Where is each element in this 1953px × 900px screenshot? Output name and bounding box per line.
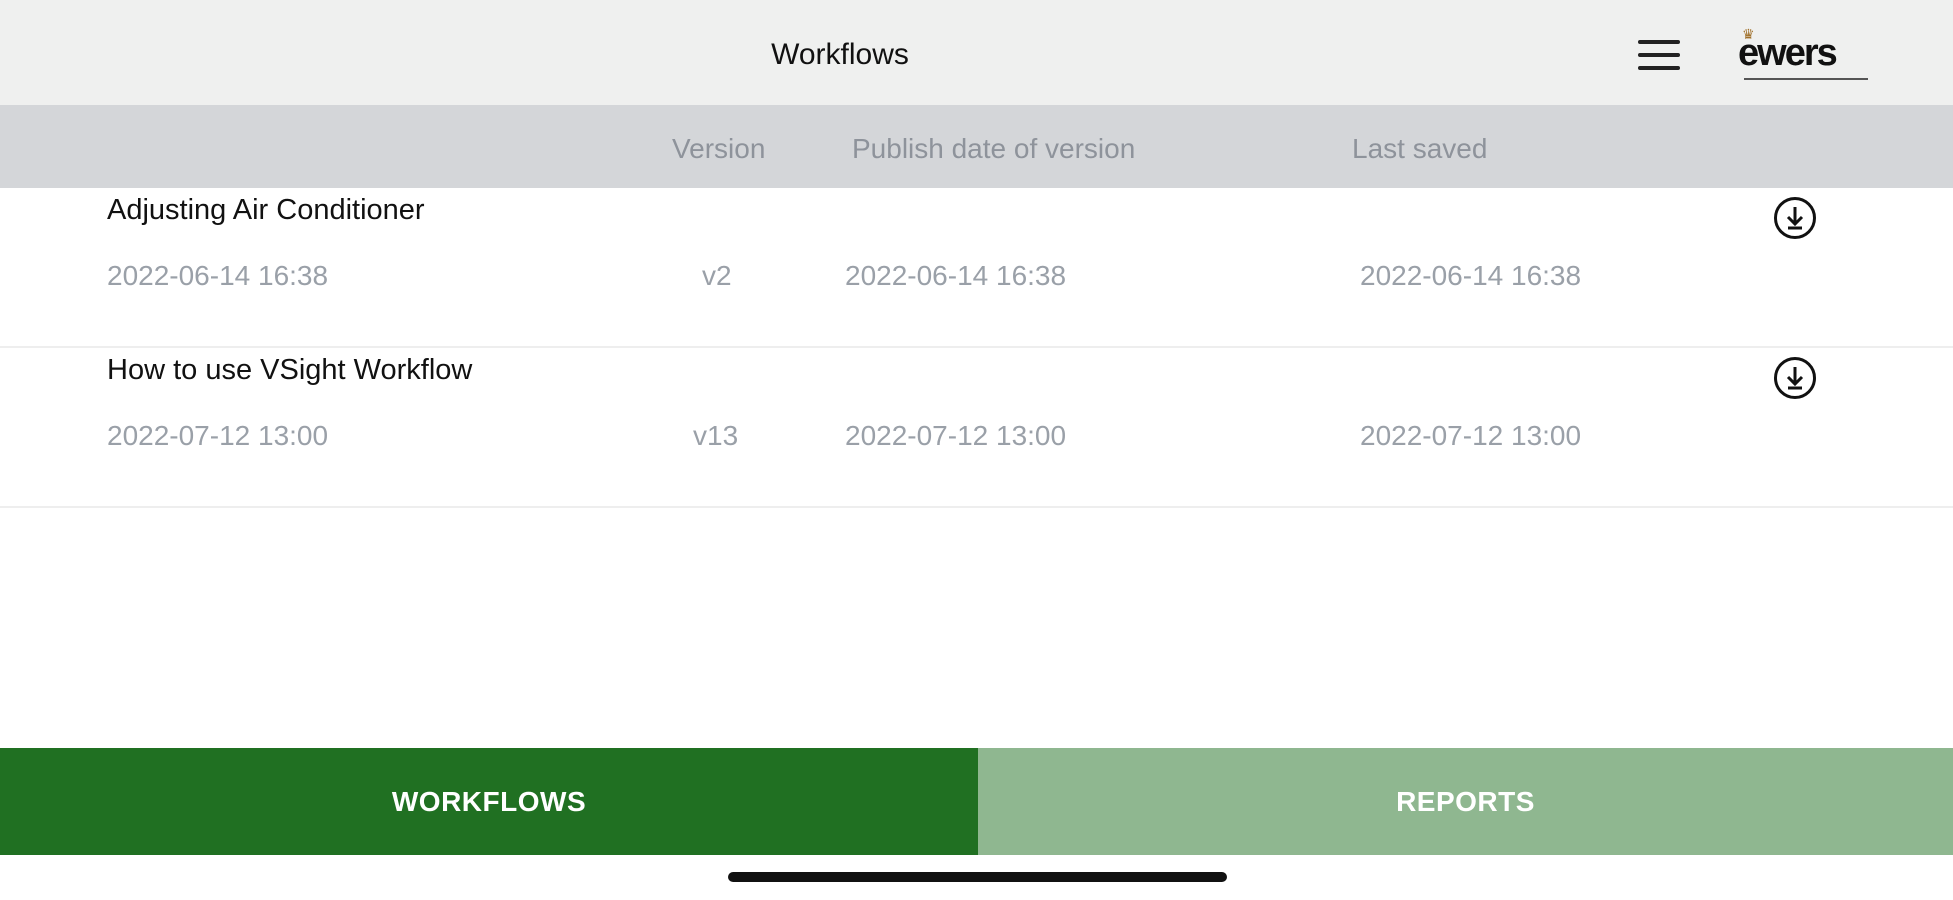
workflow-publish-date: 2022-07-12 13:00 bbox=[845, 420, 1067, 451]
workflow-title: Adjusting Air Conditioner bbox=[107, 194, 425, 226]
logo-tagline-line bbox=[1744, 78, 1868, 80]
tab-reports[interactable]: REPORTS bbox=[978, 748, 1953, 855]
workflow-created-date: 2022-06-14 16:38 bbox=[107, 260, 329, 291]
column-header-row: Version Publish date of version Last sav… bbox=[0, 105, 1953, 188]
brand-logo: ♛ ewers bbox=[1736, 26, 1876, 86]
column-header-version: Version bbox=[672, 133, 766, 164]
workflow-version: v13 bbox=[693, 420, 739, 451]
download-icon[interactable] bbox=[1773, 356, 1817, 400]
home-indicator bbox=[728, 872, 1227, 882]
page-title: Workflows bbox=[771, 38, 909, 71]
column-header-last-saved: Last saved bbox=[1352, 133, 1488, 164]
column-header-publish-date: Publish date of version bbox=[852, 133, 1136, 164]
workflow-title: How to use VSight Workflow bbox=[107, 354, 473, 386]
workflow-version: v2 bbox=[702, 260, 732, 291]
app-header: Workflows ♛ ewers bbox=[0, 0, 1953, 105]
logo-text: ewers bbox=[1738, 32, 1838, 74]
workflow-last-saved: 2022-07-12 13:00 bbox=[1360, 420, 1582, 451]
download-icon[interactable] bbox=[1773, 196, 1817, 240]
workflow-last-saved: 2022-06-14 16:38 bbox=[1360, 260, 1582, 291]
workflows-screen: Workflows ♛ ewers Version Publish date o… bbox=[0, 0, 1953, 900]
workflow-publish-date: 2022-06-14 16:38 bbox=[845, 260, 1067, 291]
hamburger-menu-icon[interactable] bbox=[1638, 40, 1680, 70]
bottom-tab-bar: WORKFLOWS REPORTS bbox=[0, 748, 1953, 855]
workflow-row[interactable]: How to use VSight Workflow 2022-07-12 13… bbox=[0, 348, 1953, 508]
tab-workflows[interactable]: WORKFLOWS bbox=[0, 748, 978, 855]
workflow-created-date: 2022-07-12 13:00 bbox=[107, 420, 329, 451]
workflow-row[interactable]: Adjusting Air Conditioner 2022-06-14 16:… bbox=[0, 188, 1953, 348]
